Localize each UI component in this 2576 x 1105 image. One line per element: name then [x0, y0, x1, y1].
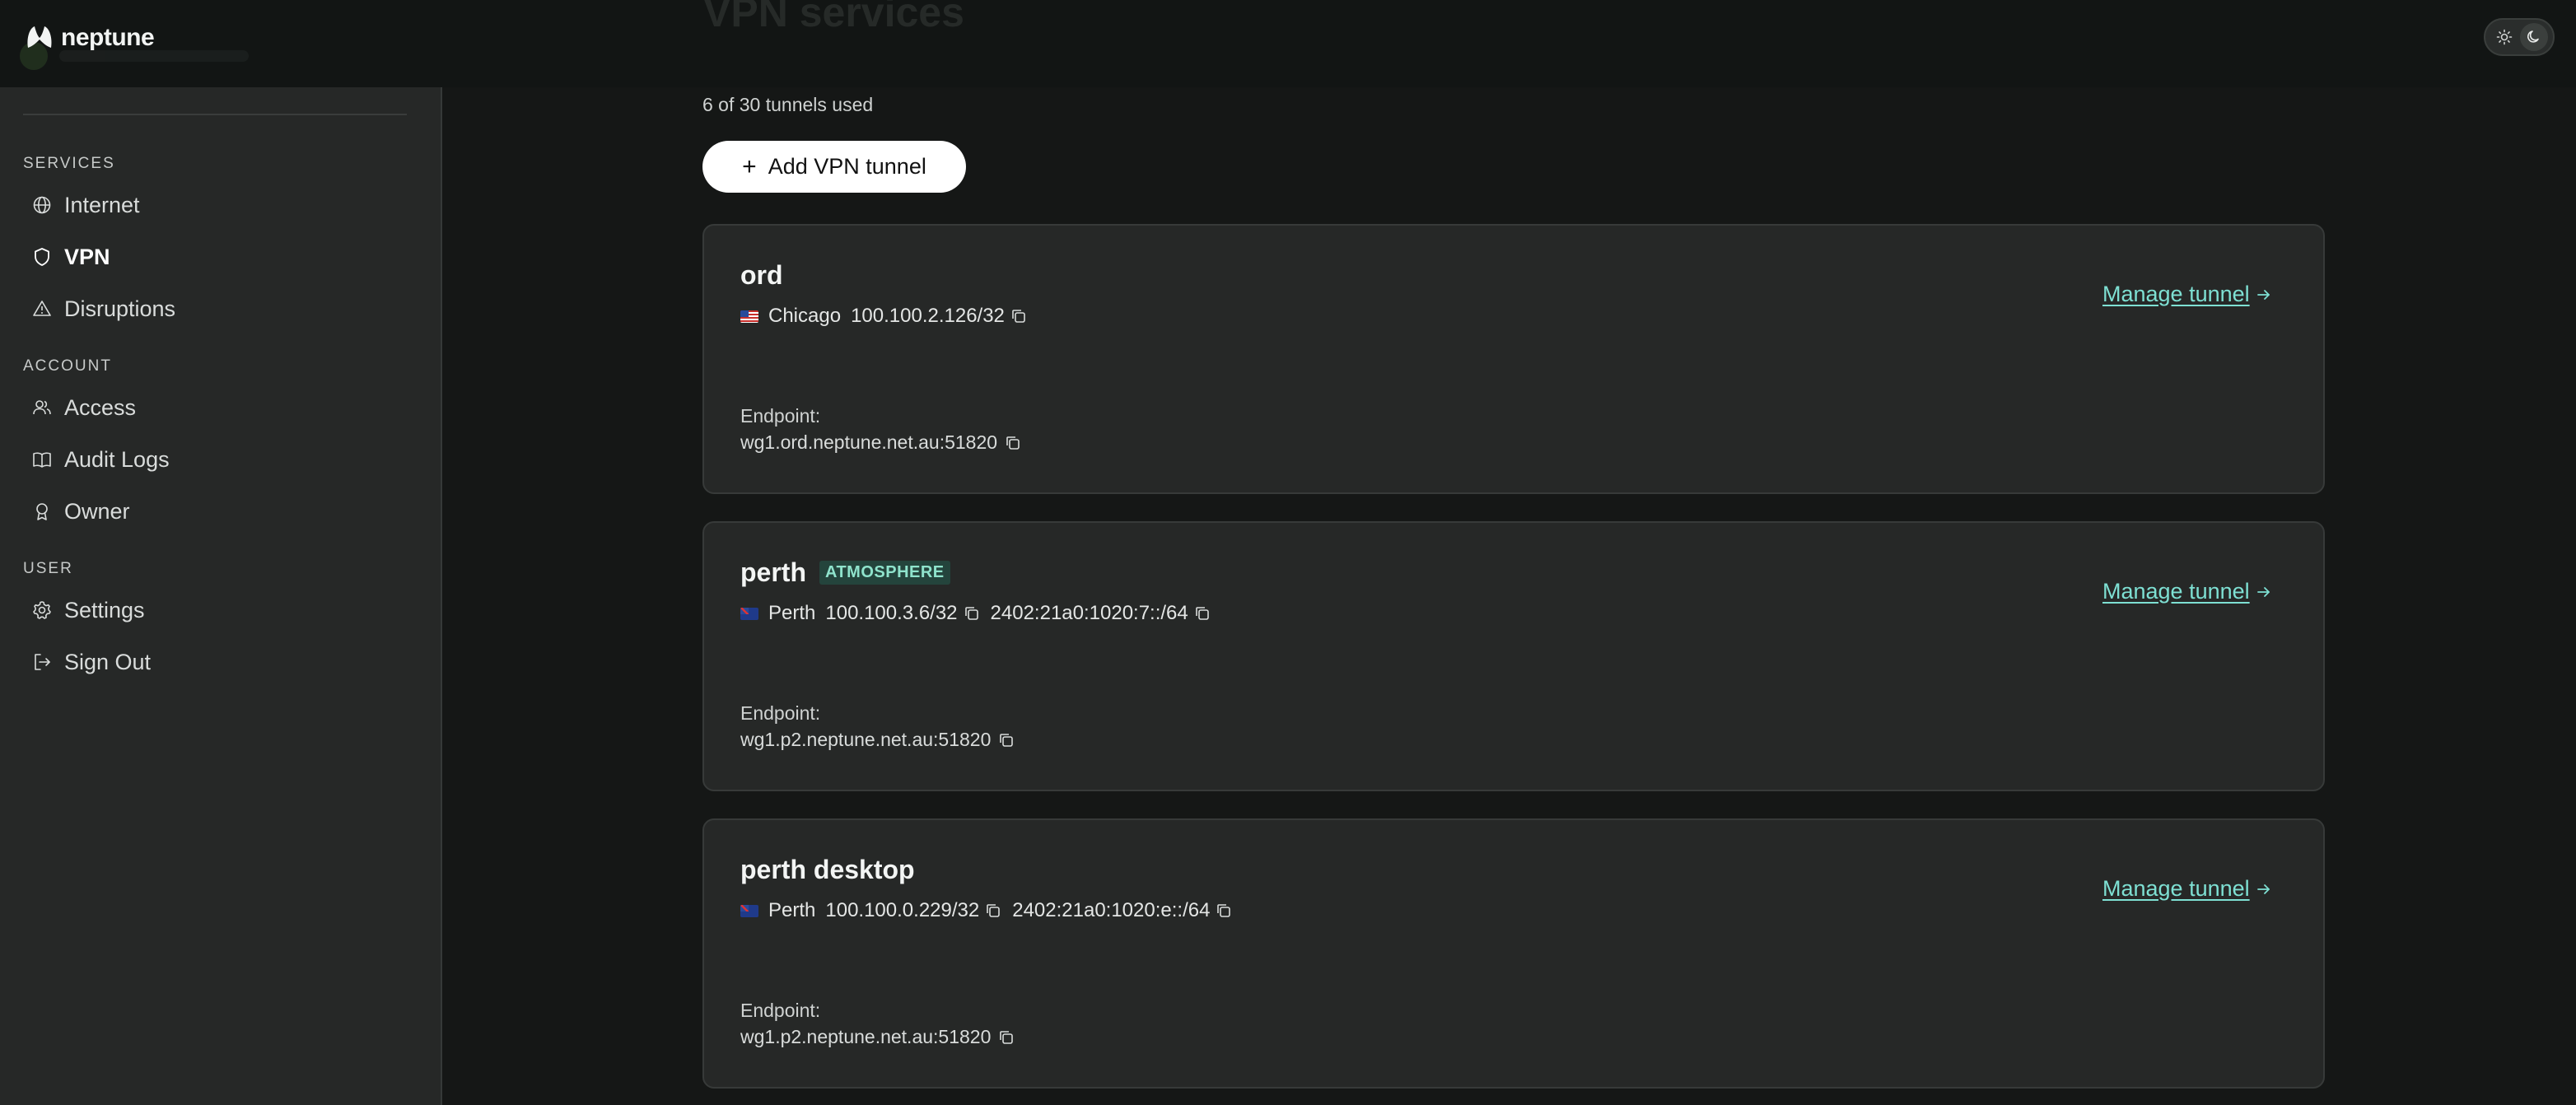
tunnel-name-text: perth — [740, 557, 806, 587]
manage-tunnel-label: Manage tunnel — [2102, 876, 2250, 901]
au-flag-icon — [740, 607, 758, 620]
tunnel-name-text: ord — [740, 260, 783, 290]
top-bar: VPN services neptune — [0, 0, 2576, 87]
theme-toggle[interactable] — [2484, 18, 2555, 56]
copy-icon[interactable] — [1010, 307, 1028, 325]
copy-icon[interactable] — [963, 604, 981, 622]
endpoint-text: wg1.p2.neptune.net.au:51820 — [740, 1026, 992, 1047]
dark-theme-option[interactable] — [2520, 23, 2548, 51]
sidebar-item-label: Disruptions — [64, 296, 176, 321]
warning-icon — [33, 301, 51, 316]
tunnel-ipv4-text: 100.100.2.126/32 — [851, 305, 1005, 327]
light-theme-option[interactable] — [2490, 23, 2518, 51]
manage-tunnel-label: Manage tunnel — [2102, 579, 2250, 604]
tunnel-name: perth desktop — [740, 855, 915, 885]
sidebar: SERVICES Internet VPN Disruptions ACCOUN… — [0, 87, 442, 1105]
sidebar-item-label: Owner — [64, 498, 130, 524]
add-vpn-tunnel-label: Add VPN tunnel — [768, 154, 926, 179]
section-label-services: SERVICES — [23, 155, 115, 172]
sidebar-item-sign-out[interactable]: Sign Out — [31, 641, 151, 683]
endpoint-text: wg1.p2.neptune.net.au:51820 — [740, 729, 992, 750]
tunnel-name: perth ATMOSPHERE — [740, 557, 950, 588]
sidebar-item-access[interactable]: Access — [31, 387, 136, 428]
gear-icon — [33, 601, 51, 619]
app-name: neptune — [61, 24, 155, 51]
sidebar-item-label: Internet — [64, 192, 140, 217]
sidebar-item-vpn[interactable]: VPN — [31, 236, 110, 277]
endpoint-value: wg1.p2.neptune.net.au:51820 — [740, 1026, 1015, 1048]
sign-out-icon — [35, 654, 50, 670]
tunnel-card-perth-desktop: perth desktop Perth 100.100.0.229/32 240… — [702, 818, 2325, 1089]
section-label-user: USER — [23, 560, 73, 577]
sidebar-item-owner[interactable]: Owner — [31, 491, 130, 532]
copy-icon[interactable] — [1193, 604, 1211, 622]
copy-icon[interactable] — [1004, 434, 1022, 452]
arrow-right-icon — [2256, 586, 2270, 597]
tunnel-city: Chicago — [768, 305, 842, 327]
endpoint-label: Endpoint: — [740, 702, 821, 724]
au-flag-icon — [740, 904, 758, 917]
tunnel-ipv4-text: 100.100.0.229/32 — [825, 899, 980, 921]
copy-icon[interactable] — [997, 1028, 1015, 1047]
award-icon — [36, 503, 48, 520]
section-label-account: ACCOUNT — [23, 357, 112, 375]
tunnel-usage-text: 6 of 30 tunnels used — [702, 94, 874, 115]
tunnel-info: Perth 100.100.0.229/32 2402:21a0:1020:e:… — [740, 899, 1233, 922]
endpoint-text: wg1.ord.neptune.net.au:51820 — [740, 431, 998, 453]
tunnel-city: Perth — [768, 899, 816, 921]
add-vpn-tunnel-button[interactable]: + Add VPN tunnel — [702, 141, 966, 193]
tunnel-ipv6: 2402:21a0:1020:e::/64 — [1012, 899, 1233, 922]
tunnel-info: Chicago 100.100.2.126/32 — [740, 305, 1028, 328]
book-icon — [33, 452, 51, 468]
tunnel-card-ord: ord Chicago 100.100.2.126/32 Endpoint: w… — [702, 224, 2325, 494]
tunnel-ipv6: 2402:21a0:1020:7::/64 — [991, 602, 1211, 625]
globe-icon — [33, 196, 51, 214]
sidebar-divider — [23, 114, 407, 115]
endpoint-label: Endpoint: — [740, 1000, 821, 1021]
sidebar-item-label: Access — [64, 394, 137, 420]
sidebar-item-audit-logs[interactable]: Audit Logs — [31, 439, 170, 480]
us-flag-icon — [740, 310, 758, 323]
users-icon — [33, 400, 51, 415]
sidebar-item-disruptions[interactable]: Disruptions — [31, 288, 175, 329]
tunnel-info: Perth 100.100.3.6/32 2402:21a0:1020:7::/… — [740, 602, 1211, 625]
sidebar-item-label: VPN — [64, 244, 110, 269]
moon-icon — [2527, 30, 2539, 43]
app-logo[interactable]: neptune — [25, 23, 155, 53]
copy-icon[interactable] — [984, 902, 1002, 920]
tunnel-ipv4: 100.100.0.229/32 — [825, 899, 1002, 922]
manage-tunnel-label: Manage tunnel — [2102, 282, 2250, 306]
tunnel-ipv4-text: 100.100.3.6/32 — [825, 602, 958, 624]
plus-icon: + — [742, 152, 757, 180]
sidebar-item-label: Settings — [64, 597, 145, 622]
sidebar-item-settings[interactable]: Settings — [31, 590, 145, 631]
tunnel-city: Perth — [768, 602, 816, 624]
tunnel-card-perth: perth ATMOSPHERE Perth 100.100.3.6/32 24… — [702, 521, 2325, 791]
arrow-right-icon — [2256, 289, 2270, 300]
tunnel-badge: ATMOSPHERE — [819, 561, 950, 585]
endpoint-value: wg1.p2.neptune.net.au:51820 — [740, 729, 1015, 751]
shield-icon — [35, 248, 49, 266]
arrow-right-icon — [2256, 884, 2270, 894]
manage-tunnel-link[interactable]: Manage tunnel — [2102, 579, 2273, 604]
tunnel-name-text: perth desktop — [740, 855, 915, 884]
manage-tunnel-link[interactable]: Manage tunnel — [2102, 876, 2273, 902]
tunnel-ipv4: 100.100.2.126/32 — [851, 305, 1028, 328]
tunnel-name: ord — [740, 260, 783, 291]
copy-icon[interactable] — [1215, 902, 1233, 920]
tunnel-ipv6-text: 2402:21a0:1020:7::/64 — [990, 602, 1188, 624]
sidebar-item-label: Audit Logs — [64, 446, 170, 472]
sun-icon — [2496, 29, 2513, 45]
tunnel-ipv6-text: 2402:21a0:1020:e::/64 — [1012, 899, 1211, 921]
endpoint-value: wg1.ord.neptune.net.au:51820 — [740, 431, 1022, 454]
manage-tunnel-link[interactable]: Manage tunnel — [2102, 282, 2273, 307]
endpoint-label: Endpoint: — [740, 405, 821, 427]
tunnel-ipv4: 100.100.3.6/32 — [825, 602, 980, 625]
sidebar-item-label: Sign Out — [64, 649, 152, 674]
sidebar-item-internet[interactable]: Internet — [31, 184, 140, 226]
page-title: VPN services — [703, 0, 964, 35]
copy-icon[interactable] — [997, 731, 1015, 749]
neptune-logo-icon — [27, 26, 52, 48]
